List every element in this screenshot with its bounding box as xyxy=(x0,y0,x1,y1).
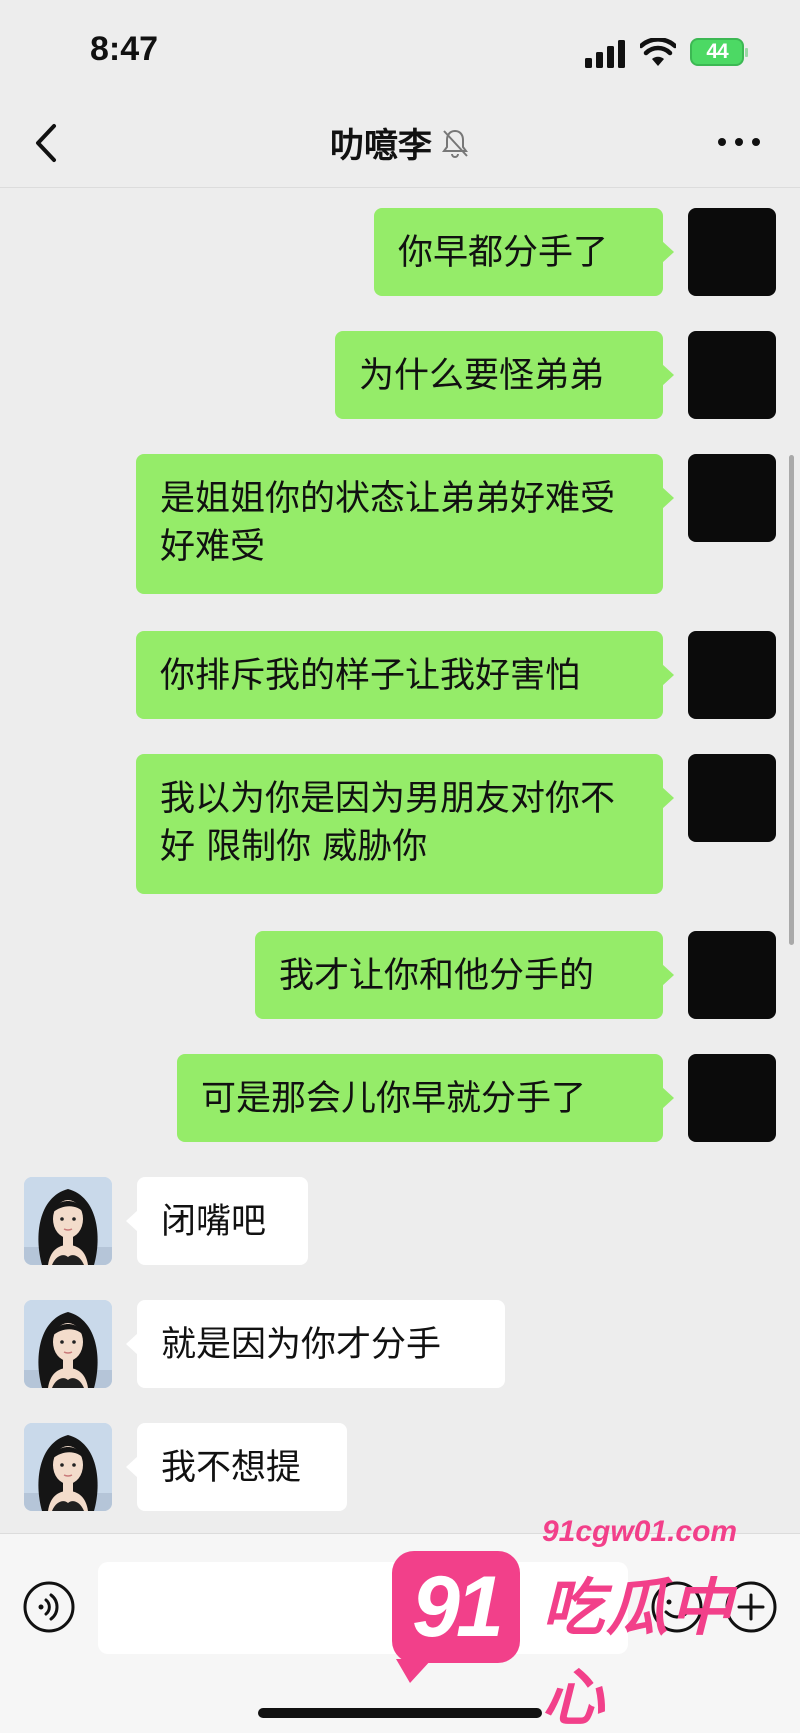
self-avatar[interactable] xyxy=(688,754,776,842)
more-dots-icon[interactable] xyxy=(715,130,763,154)
portrait-image xyxy=(24,1177,112,1265)
outgoing-message-bubble[interactable]: 是姐姐你的状态让弟弟好难受好难受 xyxy=(136,454,674,594)
outgoing-message-bubble[interactable]: 你排斥我的样子让我好害怕 xyxy=(136,631,674,719)
portrait-image xyxy=(24,1300,112,1388)
outgoing-message-bubble[interactable]: 为什么要怪弟弟 xyxy=(335,331,674,419)
self-avatar[interactable] xyxy=(688,931,776,1019)
self-avatar[interactable] xyxy=(688,208,776,296)
battery-indicator: 44 xyxy=(690,38,748,66)
outgoing-message-bubble[interactable]: 你早都分手了 xyxy=(374,208,674,296)
contact-avatar[interactable] xyxy=(24,1423,112,1511)
wifi-icon xyxy=(640,38,676,66)
plus-icon[interactable] xyxy=(724,1580,778,1634)
message-input[interactable] xyxy=(98,1562,628,1654)
input-bar xyxy=(0,1533,800,1733)
scrollbar[interactable] xyxy=(789,455,794,945)
signal-icon xyxy=(585,40,625,68)
voice-icon[interactable] xyxy=(22,1580,76,1634)
self-avatar[interactable] xyxy=(688,454,776,542)
contact-avatar[interactable] xyxy=(24,1177,112,1265)
self-avatar[interactable] xyxy=(688,1054,776,1142)
self-avatar[interactable] xyxy=(688,331,776,419)
emoji-icon[interactable] xyxy=(650,1580,704,1634)
chat-title: 叻噫李 xyxy=(330,126,432,166)
self-avatar[interactable] xyxy=(688,631,776,719)
contact-avatar[interactable] xyxy=(24,1300,112,1388)
incoming-message-bubble[interactable]: 我不想提 xyxy=(126,1423,347,1511)
outgoing-message-bubble[interactable]: 我以为你是因为男朋友对你不好 限制你 威胁你 xyxy=(136,754,674,894)
home-indicator xyxy=(258,1708,542,1718)
status-bar: 8:47 44 xyxy=(0,0,800,100)
mute-bell-icon xyxy=(442,129,468,158)
status-time: 8:47 xyxy=(90,30,159,68)
outgoing-message-bubble[interactable]: 可是那会儿你早就分手了 xyxy=(177,1054,674,1142)
chat-header: 叻噫李 xyxy=(0,100,800,188)
portrait-image xyxy=(24,1423,112,1511)
incoming-message-bubble[interactable]: 就是因为你才分手 xyxy=(126,1300,505,1388)
outgoing-message-bubble[interactable]: 我才让你和他分手的 xyxy=(255,931,674,1019)
incoming-message-bubble[interactable]: 闭嘴吧 xyxy=(126,1177,308,1265)
